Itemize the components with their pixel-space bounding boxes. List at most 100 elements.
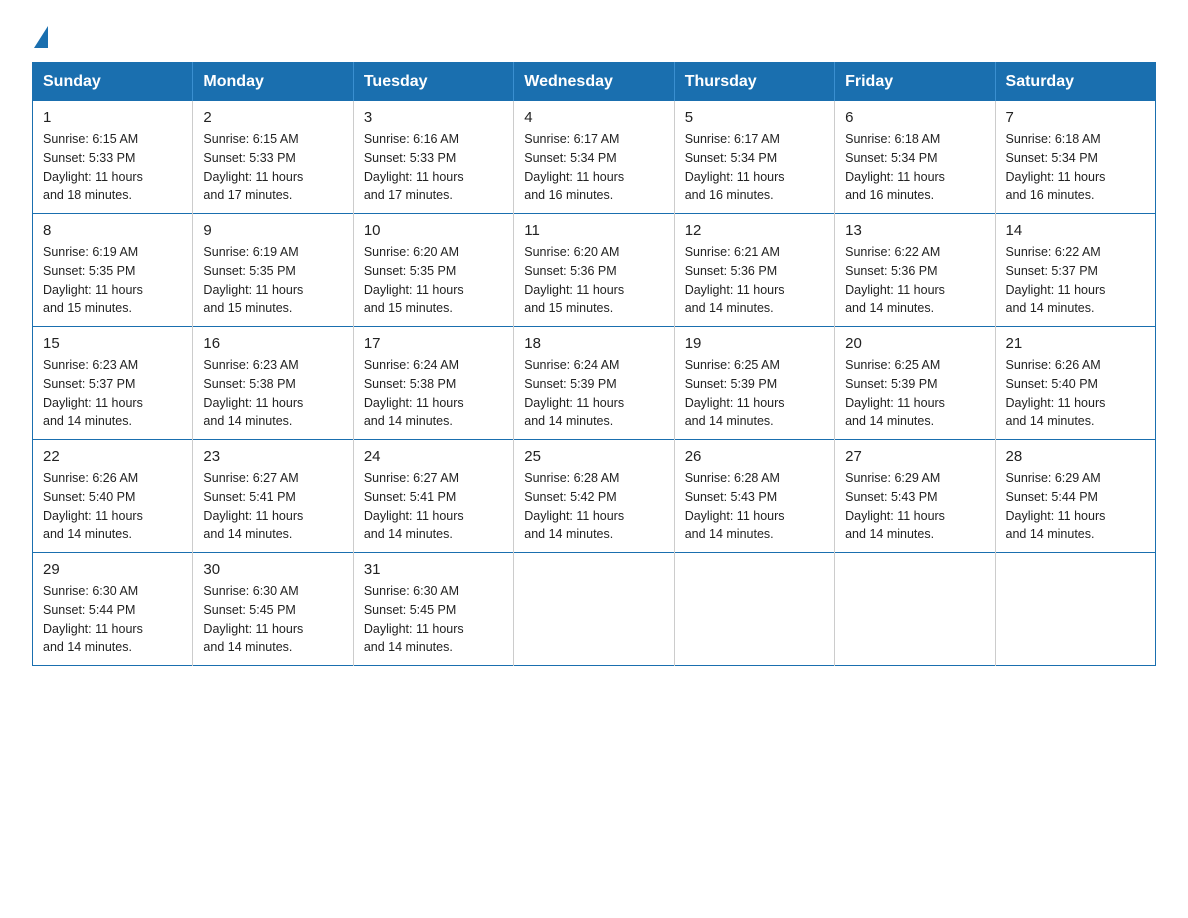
calendar-table: SundayMondayTuesdayWednesdayThursdayFrid… xyxy=(32,62,1156,666)
day-info: Sunrise: 6:18 AMSunset: 5:34 PMDaylight:… xyxy=(845,130,984,205)
day-number: 29 xyxy=(43,561,182,578)
day-info: Sunrise: 6:29 AMSunset: 5:44 PMDaylight:… xyxy=(1006,469,1145,544)
day-info: Sunrise: 6:20 AMSunset: 5:35 PMDaylight:… xyxy=(364,243,503,318)
day-info: Sunrise: 6:15 AMSunset: 5:33 PMDaylight:… xyxy=(43,130,182,205)
calendar-cell: 24Sunrise: 6:27 AMSunset: 5:41 PMDayligh… xyxy=(353,440,513,553)
calendar-cell: 30 Sunrise: 6:30 AMSunset: 5:45 PMDayligh… xyxy=(193,553,353,666)
day-info: Sunrise: 6:17 AMSunset: 5:34 PMDaylight:… xyxy=(685,130,824,205)
weekday-header-monday: Monday xyxy=(193,63,353,102)
day-number: 26 xyxy=(685,448,824,465)
day-number: 7 xyxy=(1006,109,1145,126)
day-number: 19 xyxy=(685,335,824,352)
day-number: 18 xyxy=(524,335,663,352)
day-info: Sunrise: 6:28 AMSunset: 5:43 PMDaylight:… xyxy=(685,469,824,544)
day-number: 6 xyxy=(845,109,984,126)
calendar-cell: 19 Sunrise: 6:25 AMSunset: 5:39 PMDayligh… xyxy=(674,327,834,440)
calendar-cell: 14 Sunrise: 6:22 AMSunset: 5:37 PMDayligh… xyxy=(995,214,1155,327)
calendar-week-row: 8 Sunrise: 6:19 AMSunset: 5:35 PMDaylight… xyxy=(33,214,1156,327)
calendar-cell xyxy=(995,553,1155,666)
day-number: 8 xyxy=(43,222,182,239)
day-number: 13 xyxy=(845,222,984,239)
day-number: 14 xyxy=(1006,222,1145,239)
day-number: 31 xyxy=(364,561,503,578)
day-number: 12 xyxy=(685,222,824,239)
calendar-cell: 3 Sunrise: 6:16 AMSunset: 5:33 PMDaylight… xyxy=(353,101,513,214)
calendar-week-row: 1 Sunrise: 6:15 AMSunset: 5:33 PMDaylight… xyxy=(33,101,1156,214)
calendar-cell: 1 Sunrise: 6:15 AMSunset: 5:33 PMDaylight… xyxy=(33,101,193,214)
calendar-cell: 18 Sunrise: 6:24 AMSunset: 5:39 PMDayligh… xyxy=(514,327,674,440)
day-info: Sunrise: 6:17 AMSunset: 5:34 PMDaylight:… xyxy=(524,130,663,205)
day-info: Sunrise: 6:25 AMSunset: 5:39 PMDaylight:… xyxy=(685,356,824,431)
calendar-cell: 6 Sunrise: 6:18 AMSunset: 5:34 PMDaylight… xyxy=(835,101,995,214)
day-info: Sunrise: 6:30 AMSunset: 5:45 PMDaylight:… xyxy=(203,582,342,657)
day-number: 5 xyxy=(685,109,824,126)
calendar-cell: 21Sunrise: 6:26 AMSunset: 5:40 PMDayligh… xyxy=(995,327,1155,440)
day-info: Sunrise: 6:15 AMSunset: 5:33 PMDaylight:… xyxy=(203,130,342,205)
calendar-week-row: 29 Sunrise: 6:30 AMSunset: 5:44 PMDayligh… xyxy=(33,553,1156,666)
day-info: Sunrise: 6:26 AMSunset: 5:40 PMDaylight:… xyxy=(1006,356,1145,431)
day-info: Sunrise: 6:26 AMSunset: 5:40 PMDaylight:… xyxy=(43,469,182,544)
calendar-cell: 8 Sunrise: 6:19 AMSunset: 5:35 PMDaylight… xyxy=(33,214,193,327)
day-number: 4 xyxy=(524,109,663,126)
day-number: 23 xyxy=(203,448,342,465)
day-number: 11 xyxy=(524,222,663,239)
day-number: 22 xyxy=(43,448,182,465)
calendar-week-row: 22 Sunrise: 6:26 AMSunset: 5:40 PMDayligh… xyxy=(33,440,1156,553)
day-info: Sunrise: 6:19 AMSunset: 5:35 PMDaylight:… xyxy=(203,243,342,318)
logo xyxy=(32,24,48,46)
page-header xyxy=(32,24,1156,46)
day-number: 15 xyxy=(43,335,182,352)
weekday-header-sunday: Sunday xyxy=(33,63,193,102)
calendar-body: 1 Sunrise: 6:15 AMSunset: 5:33 PMDaylight… xyxy=(33,101,1156,666)
calendar-cell: 12 Sunrise: 6:21 AMSunset: 5:36 PMDayligh… xyxy=(674,214,834,327)
day-info: Sunrise: 6:25 AMSunset: 5:39 PMDaylight:… xyxy=(845,356,984,431)
weekday-header-tuesday: Tuesday xyxy=(353,63,513,102)
calendar-cell: 17 Sunrise: 6:24 AMSunset: 5:38 PMDayligh… xyxy=(353,327,513,440)
calendar-cell: 31 Sunrise: 6:30 AMSunset: 5:45 PMDayligh… xyxy=(353,553,513,666)
day-number: 16 xyxy=(203,335,342,352)
day-number: 1 xyxy=(43,109,182,126)
calendar-week-row: 15Sunrise: 6:23 AMSunset: 5:37 PMDayligh… xyxy=(33,327,1156,440)
calendar-cell: 22 Sunrise: 6:26 AMSunset: 5:40 PMDayligh… xyxy=(33,440,193,553)
day-number: 3 xyxy=(364,109,503,126)
calendar-cell: 29 Sunrise: 6:30 AMSunset: 5:44 PMDayligh… xyxy=(33,553,193,666)
calendar-cell: 10 Sunrise: 6:20 AMSunset: 5:35 PMDayligh… xyxy=(353,214,513,327)
calendar-cell xyxy=(514,553,674,666)
calendar-cell: 9Sunrise: 6:19 AMSunset: 5:35 PMDaylight… xyxy=(193,214,353,327)
weekday-header-friday: Friday xyxy=(835,63,995,102)
calendar-cell: 20 Sunrise: 6:25 AMSunset: 5:39 PMDayligh… xyxy=(835,327,995,440)
day-info: Sunrise: 6:28 AMSunset: 5:42 PMDaylight:… xyxy=(524,469,663,544)
day-info: Sunrise: 6:16 AMSunset: 5:33 PMDaylight:… xyxy=(364,130,503,205)
weekday-header-saturday: Saturday xyxy=(995,63,1155,102)
calendar-cell: 2Sunrise: 6:15 AMSunset: 5:33 PMDaylight… xyxy=(193,101,353,214)
calendar-cell: 15Sunrise: 6:23 AMSunset: 5:37 PMDayligh… xyxy=(33,327,193,440)
calendar-cell: 23Sunrise: 6:27 AMSunset: 5:41 PMDayligh… xyxy=(193,440,353,553)
day-info: Sunrise: 6:24 AMSunset: 5:39 PMDaylight:… xyxy=(524,356,663,431)
day-info: Sunrise: 6:22 AMSunset: 5:37 PMDaylight:… xyxy=(1006,243,1145,318)
day-info: Sunrise: 6:19 AMSunset: 5:35 PMDaylight:… xyxy=(43,243,182,318)
day-info: Sunrise: 6:30 AMSunset: 5:44 PMDaylight:… xyxy=(43,582,182,657)
calendar-cell: 4 Sunrise: 6:17 AMSunset: 5:34 PMDaylight… xyxy=(514,101,674,214)
weekday-header-thursday: Thursday xyxy=(674,63,834,102)
calendar-cell: 11Sunrise: 6:20 AMSunset: 5:36 PMDayligh… xyxy=(514,214,674,327)
weekday-header-wednesday: Wednesday xyxy=(514,63,674,102)
day-info: Sunrise: 6:18 AMSunset: 5:34 PMDaylight:… xyxy=(1006,130,1145,205)
day-number: 27 xyxy=(845,448,984,465)
day-number: 28 xyxy=(1006,448,1145,465)
day-info: Sunrise: 6:27 AMSunset: 5:41 PMDaylight:… xyxy=(364,469,503,544)
day-number: 20 xyxy=(845,335,984,352)
day-info: Sunrise: 6:21 AMSunset: 5:36 PMDaylight:… xyxy=(685,243,824,318)
day-info: Sunrise: 6:30 AMSunset: 5:45 PMDaylight:… xyxy=(364,582,503,657)
calendar-cell: 27Sunrise: 6:29 AMSunset: 5:43 PMDayligh… xyxy=(835,440,995,553)
day-number: 17 xyxy=(364,335,503,352)
day-number: 25 xyxy=(524,448,663,465)
logo-triangle-icon xyxy=(34,26,48,48)
calendar-cell: 16Sunrise: 6:23 AMSunset: 5:38 PMDayligh… xyxy=(193,327,353,440)
day-info: Sunrise: 6:24 AMSunset: 5:38 PMDaylight:… xyxy=(364,356,503,431)
calendar-cell: 5 Sunrise: 6:17 AMSunset: 5:34 PMDaylight… xyxy=(674,101,834,214)
day-number: 30 xyxy=(203,561,342,578)
calendar-cell xyxy=(835,553,995,666)
calendar-cell xyxy=(674,553,834,666)
calendar-cell: 7 Sunrise: 6:18 AMSunset: 5:34 PMDaylight… xyxy=(995,101,1155,214)
day-number: 10 xyxy=(364,222,503,239)
